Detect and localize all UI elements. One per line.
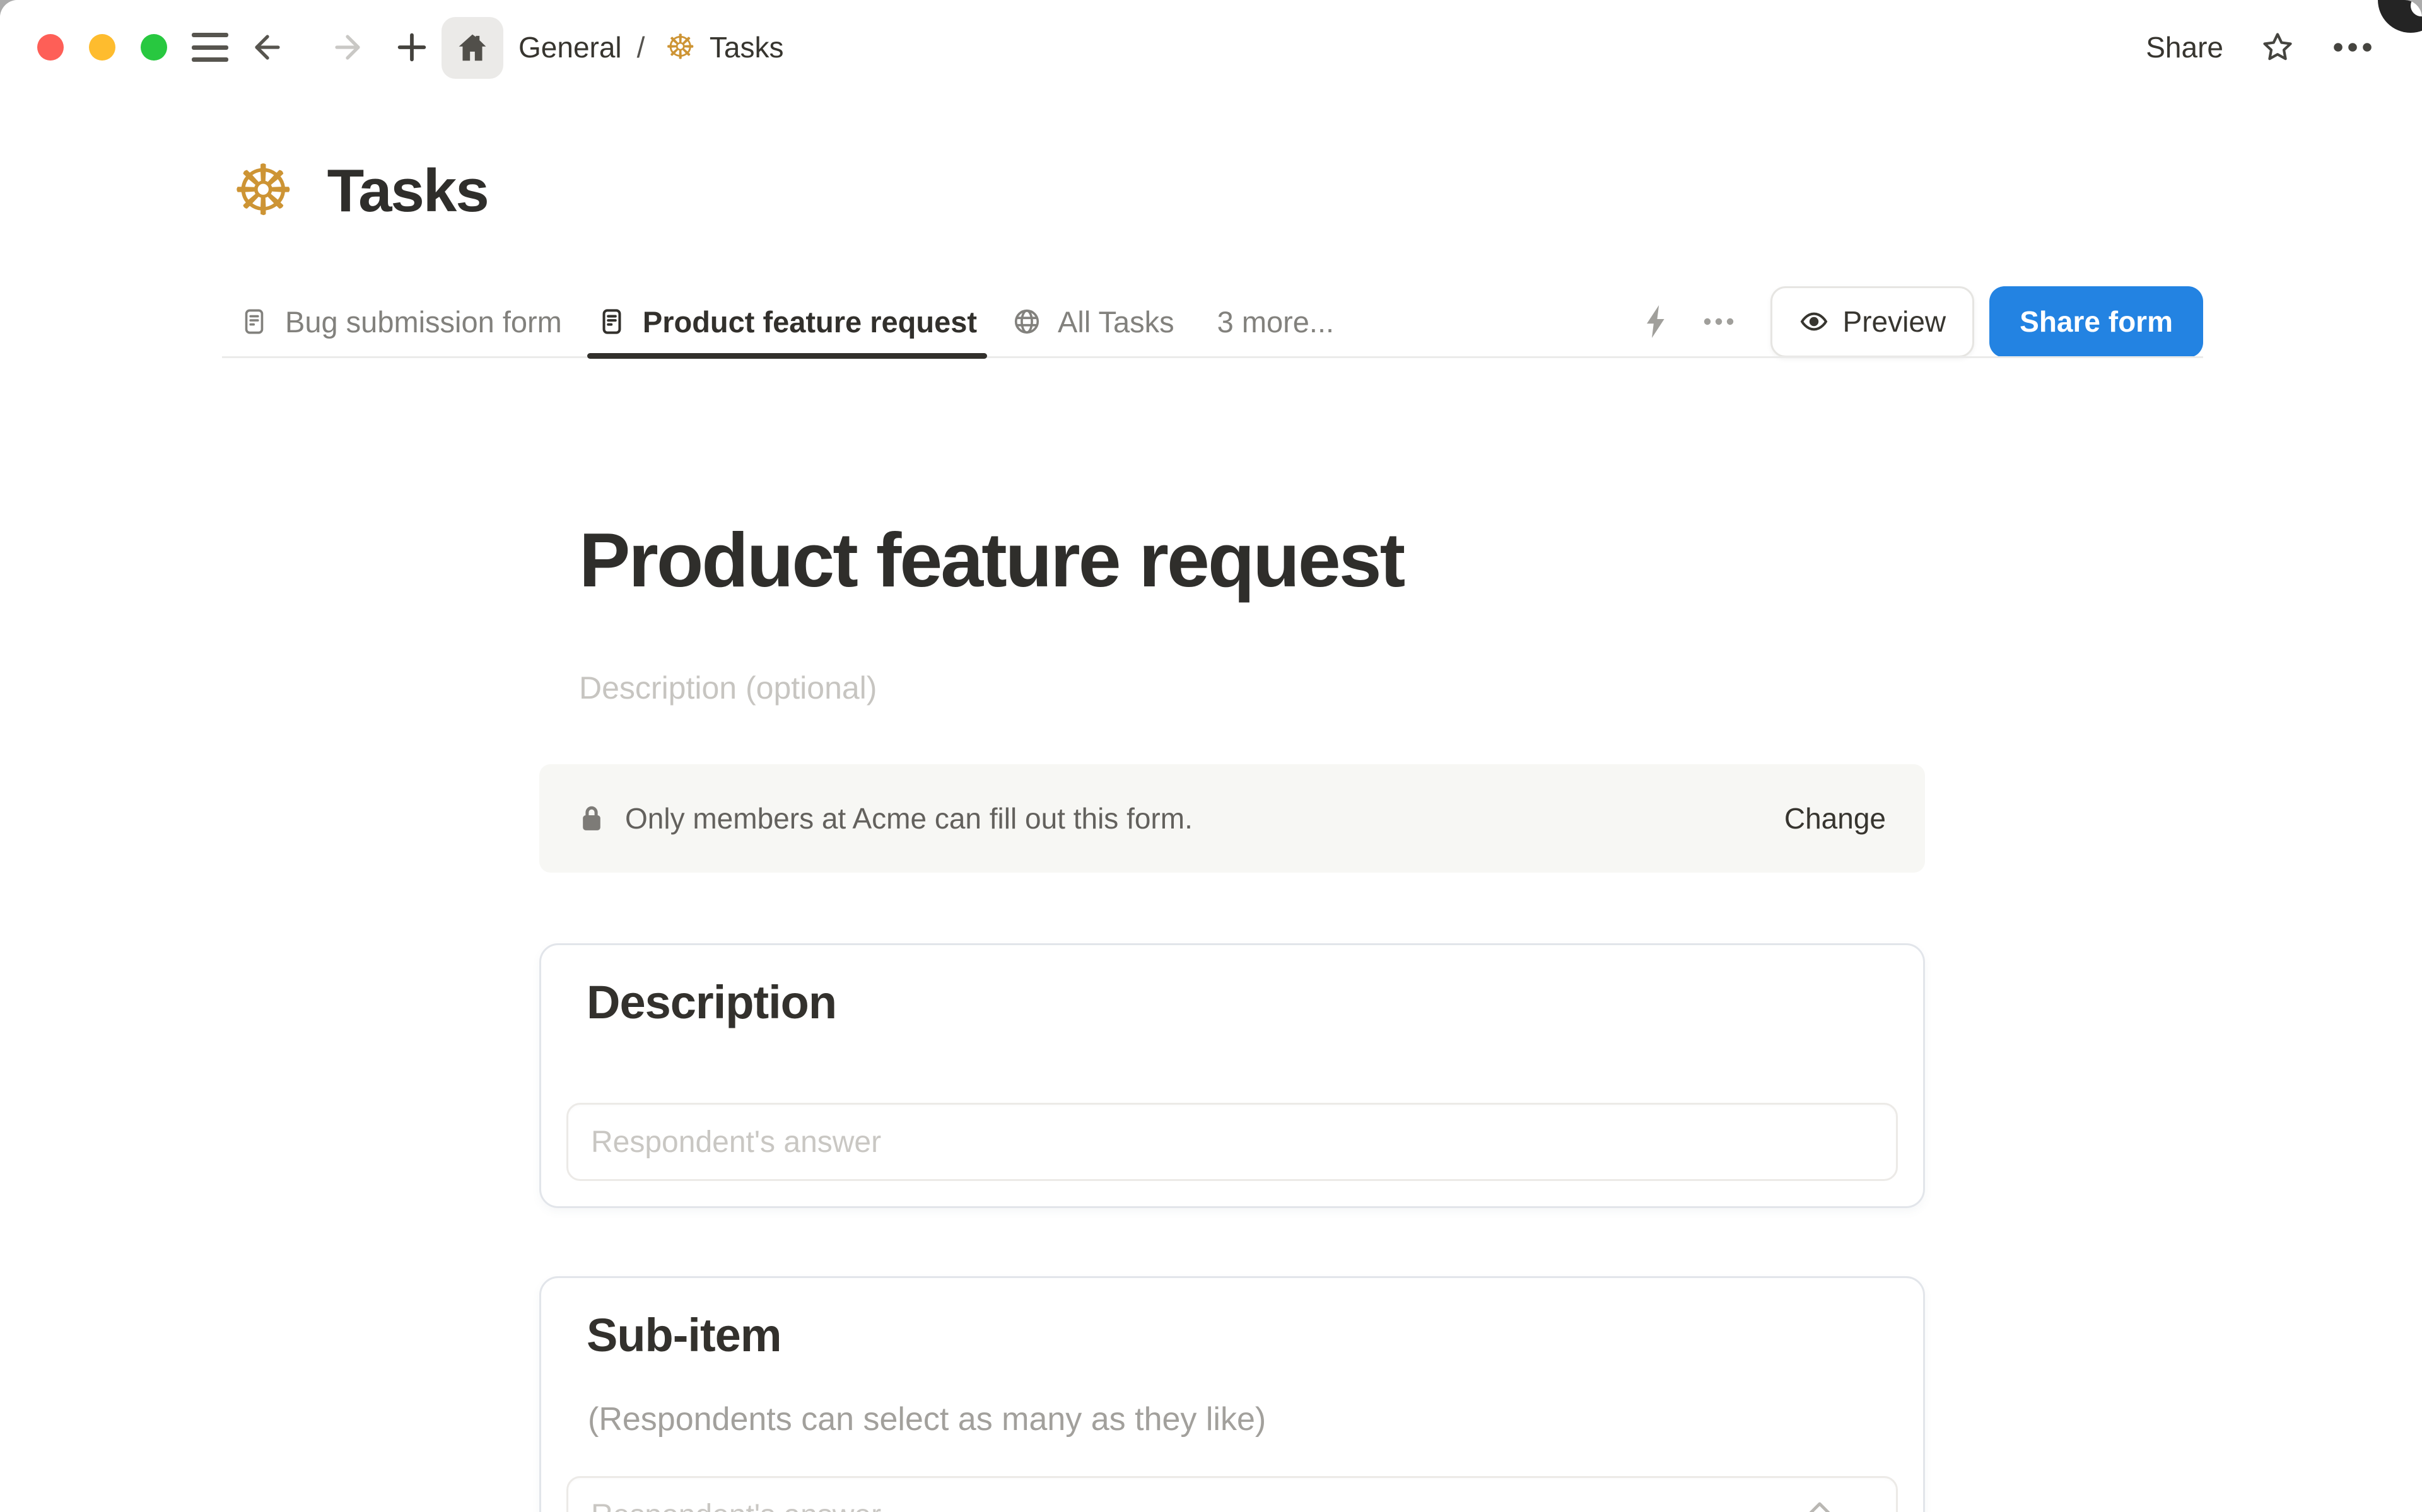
arrow-left-icon: [255, 35, 280, 60]
sidebar-menu-button[interactable]: [190, 27, 230, 67]
breadcrumb-separator: /: [636, 31, 645, 64]
answer-field-wrap: [566, 1103, 1898, 1181]
tab-label: Product feature request: [642, 305, 978, 339]
window-topbar: General / ☸ Tasks Share: [0, 0, 2422, 95]
description-answer-input[interactable]: [566, 1103, 1898, 1181]
home-button[interactable]: [442, 17, 503, 79]
form-icon: [245, 309, 264, 334]
form-title[interactable]: Product feature request: [579, 516, 1405, 604]
lightning-icon: [1646, 305, 1664, 338]
eye-icon: [1800, 312, 1827, 331]
topbar-actions: Share: [2146, 0, 2373, 95]
breadcrumb-page[interactable]: Tasks: [710, 30, 784, 64]
notion-window: General / ☸ Tasks Share ☸ Tasks Bug subm…: [0, 0, 2422, 1512]
tab-label: Bug submission form: [285, 305, 562, 339]
view-tabbar: Bug submission form Product feature requ…: [222, 285, 2203, 359]
globe-icon: [1014, 309, 1039, 334]
form-description-placeholder[interactable]: Description (optional): [579, 670, 877, 706]
page-title[interactable]: Tasks: [327, 156, 489, 226]
lock-icon: [583, 806, 600, 830]
change-access-button[interactable]: Change: [1784, 801, 1886, 835]
page-header: ☸ Tasks: [232, 156, 489, 226]
question-card-sub-item: Sub-item (Respondents can select as many…: [539, 1276, 1925, 1512]
share-form-button[interactable]: Share form: [1989, 286, 2203, 358]
answer-field-wrap: [566, 1476, 1898, 1512]
preview-button-label: Preview: [1842, 305, 1946, 338]
new-tab-button[interactable]: [392, 27, 432, 67]
tab-bug-submission-form[interactable]: Bug submission form: [222, 285, 580, 358]
breadcrumb-workspace[interactable]: General: [518, 30, 622, 64]
view-controls: Preview Share form: [1643, 286, 2203, 358]
question-label[interactable]: Description: [587, 975, 837, 1029]
access-notice-text: Only members at Acme can fill out this f…: [625, 802, 1193, 835]
share-button[interactable]: Share: [2146, 30, 2223, 64]
view-options-button[interactable]: [1702, 308, 1735, 335]
question-card-description: Description: [539, 943, 1925, 1208]
sub-item-answer-input[interactable]: [566, 1476, 1898, 1512]
tab-all-tasks[interactable]: All Tasks: [995, 285, 1192, 358]
back-button[interactable]: [247, 27, 288, 67]
share-form-button-label: Share form: [2020, 305, 2173, 338]
preview-button[interactable]: Preview: [1770, 286, 1975, 358]
question-label[interactable]: Sub-item: [587, 1308, 782, 1362]
page-emoji-icon[interactable]: ☸: [232, 156, 295, 226]
form-icon: [602, 309, 621, 334]
arrow-right-icon: [335, 35, 360, 60]
question-hint: (Respondents can select as many as they …: [588, 1401, 1267, 1438]
minimize-window-button[interactable]: [89, 34, 115, 61]
tab-more-views[interactable]: 3 more...: [1192, 285, 1352, 358]
zoom-window-button[interactable]: [141, 34, 167, 61]
favorite-star-icon[interactable]: [2260, 30, 2295, 65]
corner-overlay: [2378, 0, 2422, 33]
page-emoji-icon: ☸: [665, 28, 696, 66]
close-window-button[interactable]: [37, 34, 64, 61]
tab-label: 3 more...: [1217, 305, 1335, 339]
access-notice-bar: Only members at Acme can fill out this f…: [539, 764, 1925, 873]
home-icon: [459, 34, 486, 61]
more-options-icon[interactable]: [2332, 30, 2373, 65]
tab-label: All Tasks: [1058, 305, 1174, 339]
chevron-up-icon[interactable]: [1807, 1501, 1832, 1512]
tab-product-feature-request[interactable]: Product feature request: [580, 285, 995, 359]
hamburger-icon: [192, 33, 228, 62]
automations-button[interactable]: [1643, 305, 1671, 338]
ellipsis-icon: [1704, 318, 1733, 325]
forward-button[interactable]: [327, 27, 368, 67]
plus-icon: [397, 33, 426, 62]
breadcrumb: General / ☸ Tasks: [518, 0, 783, 95]
